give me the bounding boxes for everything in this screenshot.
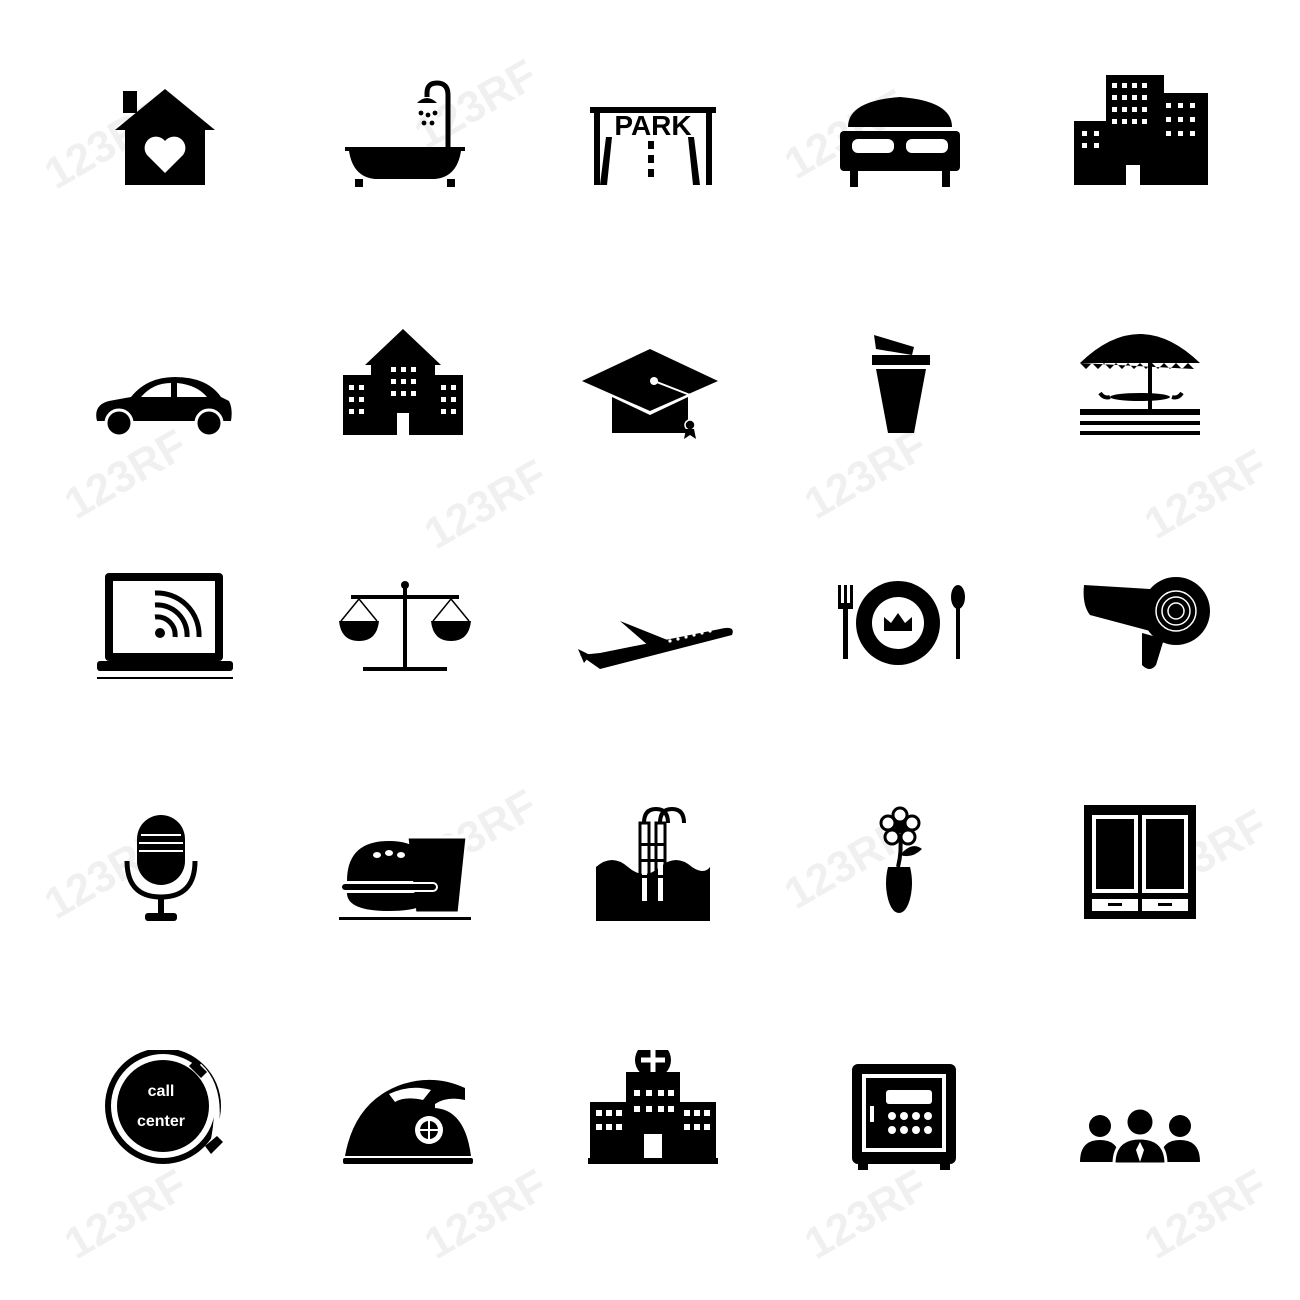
bathtub-shower-icon xyxy=(315,75,495,305)
graduation-cap-icon xyxy=(560,325,740,555)
flower-vase-icon xyxy=(810,805,990,1035)
call-center-icon: call center xyxy=(75,1050,255,1280)
car-icon xyxy=(75,325,255,555)
wardrobe-icon xyxy=(1050,805,1230,1035)
house-heart-icon xyxy=(75,75,255,305)
burger-drink-icon xyxy=(315,805,495,1035)
park-label: PARK xyxy=(614,110,691,141)
balance-scale-icon xyxy=(315,565,495,795)
beach-umbrella-table-icon xyxy=(1050,325,1230,555)
microphone-icon xyxy=(75,805,255,1035)
hair-dryer-icon xyxy=(1050,565,1230,795)
dining-plate-icon xyxy=(810,565,990,795)
call-label: call xyxy=(148,1083,175,1100)
office-buildings-icon xyxy=(1050,75,1230,305)
hotel-building-icon xyxy=(315,325,495,555)
icon-sheet: 123RF 123RF 123RF 123RF 123RF 123RF 123R… xyxy=(0,0,1300,1300)
iron-icon xyxy=(315,1050,495,1280)
airplane-icon xyxy=(560,565,740,795)
center-label: center xyxy=(137,1113,185,1130)
laptop-wifi-icon xyxy=(75,565,255,795)
bed-icon xyxy=(810,75,990,305)
safe-box-icon xyxy=(810,1050,990,1280)
swimming-pool-icon xyxy=(560,805,740,1035)
drink-cup-icon xyxy=(810,325,990,555)
parking-icon: PARK xyxy=(560,75,740,305)
business-team-icon xyxy=(1050,1050,1230,1280)
hospital-icon xyxy=(560,1050,740,1280)
